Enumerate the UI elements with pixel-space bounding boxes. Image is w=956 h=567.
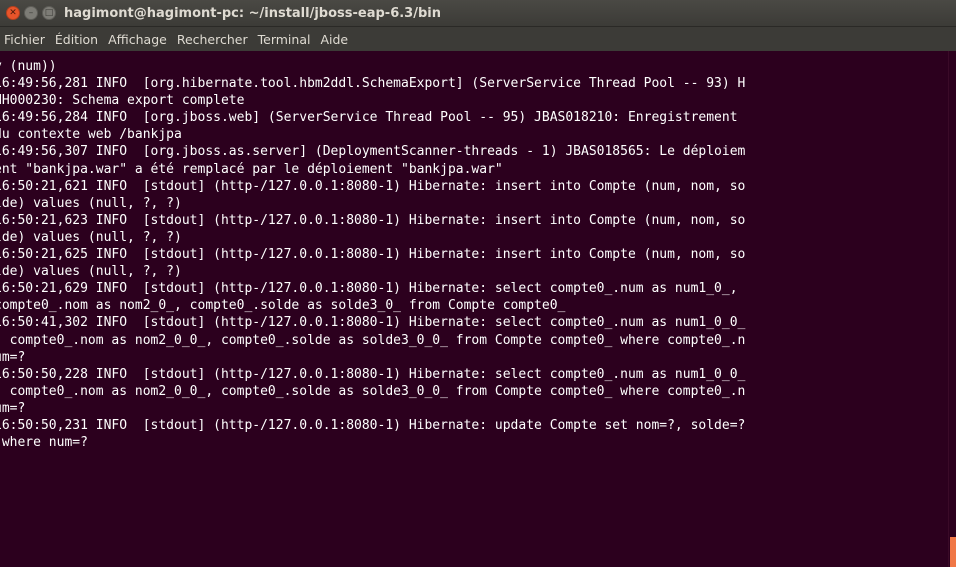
menu-aide[interactable]: Aide: [314, 32, 352, 47]
terminal-line: um=?: [0, 349, 26, 365]
terminal-line: 16:50:21,625 INFO [stdout] (http-/127.0.…: [0, 247, 746, 263]
window-controls: ✕ – □: [6, 6, 64, 20]
terminal-line: 16:50:21,629 INFO [stdout] (http-/127.0.…: [0, 281, 738, 297]
close-icon[interactable]: ✕: [6, 6, 20, 20]
menu-terminal[interactable]: Terminal: [252, 32, 315, 47]
terminal-line: ent "bankjpa.war" a été remplacé par le …: [0, 161, 503, 177]
minimize-icon[interactable]: –: [24, 6, 38, 20]
terminal-line: 16:49:56,284 INFO [org.jboss.web] (Serve…: [0, 110, 738, 126]
terminal-line: 16:50:50,228 INFO [stdout] (http-/127.0.…: [0, 366, 746, 382]
menu-fichier[interactable]: Fichier: [0, 32, 49, 47]
terminal-line: du contexte web /bankjpa: [0, 127, 182, 143]
menu-bar: Fichier Édition Affichage Rechercher Ter…: [0, 27, 956, 51]
terminal-line: lde) values (null, ?, ?): [0, 195, 182, 211]
terminal-window: ✕ – □ hagimont@hagimont-pc: ~/install/jb…: [0, 0, 956, 567]
terminal-line: 16:50:21,621 INFO [stdout] (http-/127.0.…: [0, 178, 746, 194]
terminal-line: compte0_.nom as nom2_0_, compte0_.solde …: [0, 298, 566, 314]
terminal-line: 16:49:56,307 INFO [org.jboss.as.server] …: [0, 144, 746, 160]
menu-rechercher[interactable]: Rechercher: [171, 32, 252, 47]
terminal-line: um=?: [0, 400, 26, 416]
title-bar[interactable]: ✕ – □ hagimont@hagimont-pc: ~/install/jb…: [0, 0, 956, 27]
terminal-line: 16:50:41,302 INFO [stdout] (http-/127.0.…: [0, 315, 746, 331]
terminal-line: HH000230: Schema export complete: [0, 93, 245, 109]
terminal-line: y (num)): [0, 59, 57, 74]
scrollbar-thumb[interactable]: [950, 537, 956, 567]
terminal-line: , compte0_.nom as nom2_0_0_, compte0_.so…: [0, 383, 746, 399]
terminal-line: , compte0_.nom as nom2_0_0_, compte0_.so…: [0, 332, 746, 348]
terminal-output[interactable]: y (num)) 16:49:56,281 INFO [org.hibernate…: [0, 51, 948, 567]
terminal-lines: y (num)) 16:49:56,281 INFO [org.hibernate…: [0, 58, 745, 451]
maximize-icon[interactable]: □: [42, 6, 56, 20]
terminal-line: 16:49:56,281 INFO [org.hibernate.tool.hb…: [0, 76, 746, 92]
terminal-line: 16:50:21,623 INFO [stdout] (http-/127.0.…: [0, 212, 746, 228]
terminal-line: lde) values (null, ?, ?): [0, 264, 182, 280]
terminal-line: 16:50:50,231 INFO [stdout] (http-/127.0.…: [0, 417, 746, 433]
terminal-line: lde) values (null, ?, ?): [0, 229, 182, 245]
menu-edition[interactable]: Édition: [49, 32, 102, 47]
window-title: hagimont@hagimont-pc: ~/install/jboss-ea…: [64, 5, 441, 21]
scrollbar[interactable]: [948, 51, 956, 567]
terminal-line: where num=?: [0, 435, 88, 451]
menu-affichage[interactable]: Affichage: [102, 32, 171, 47]
